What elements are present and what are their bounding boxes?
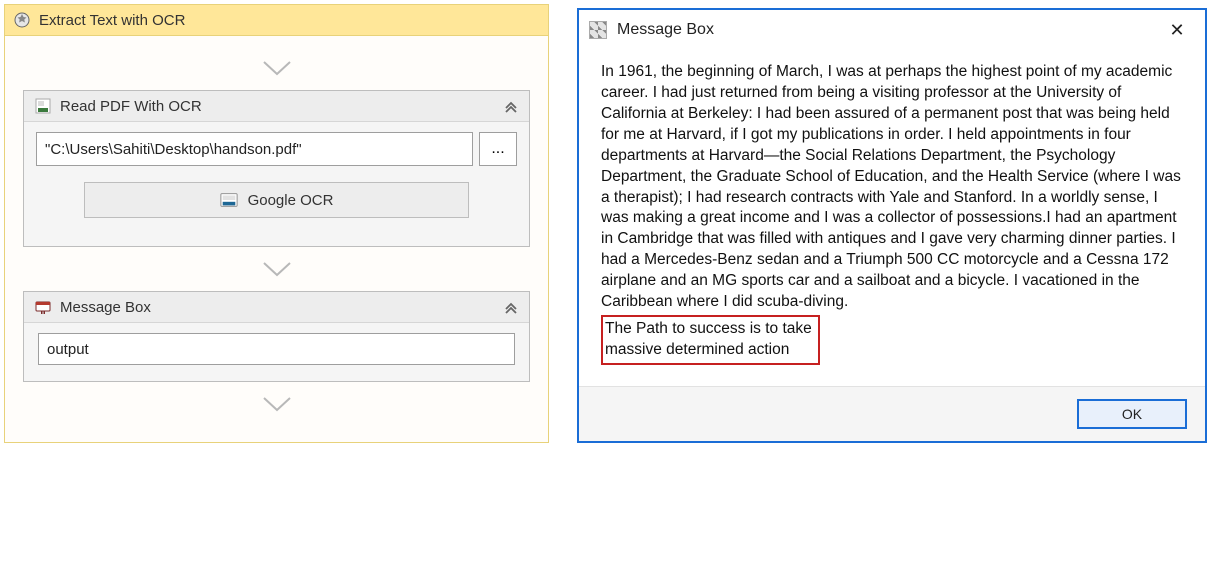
message-box-icon [34, 298, 52, 316]
pdf-icon [34, 97, 52, 115]
workflow-sequence: Extract Text with OCR Read PDF With OCR [4, 4, 549, 443]
message-expression-input[interactable] [38, 333, 515, 365]
close-button[interactable]: ✕ [1157, 10, 1197, 50]
sequence-body: Read PDF With OCR ... Google OCR [5, 36, 548, 442]
activity-read-pdf-ocr[interactable]: Read PDF With OCR ... Google OCR [23, 90, 530, 247]
dialog-titlebar[interactable]: Message Box ✕ [579, 10, 1205, 50]
browse-button[interactable]: ... [479, 132, 517, 166]
dialog-main-text: In 1961, the beginning of March, I was a… [601, 62, 1183, 313]
activity-title-read-pdf: Read PDF With OCR [60, 98, 202, 115]
collapse-toggle-icon[interactable] [503, 299, 519, 315]
sequence-title: Extract Text with OCR [39, 12, 185, 29]
dialog-body: In 1961, the beginning of March, I was a… [579, 50, 1205, 386]
close-icon: ✕ [1169, 20, 1184, 41]
sequence-header[interactable]: Extract Text with OCR [5, 5, 548, 36]
ok-button-label: OK [1122, 406, 1142, 422]
ocr-engine-label: Google OCR [248, 192, 334, 209]
activity-header-message-box[interactable]: Message Box [24, 292, 529, 323]
sequence-icon [13, 11, 31, 29]
collapse-toggle-icon[interactable] [503, 98, 519, 114]
file-path-input[interactable] [36, 132, 473, 166]
dialog-highlight-box: The Path to success is to take massive d… [601, 315, 820, 365]
activity-message-box[interactable]: Message Box [23, 291, 530, 382]
activity-header-read-pdf[interactable]: Read PDF With OCR [24, 91, 529, 122]
activity-title-message-box: Message Box [60, 299, 151, 316]
runtime-dialog: Message Box ✕ In 1961, the beginning of … [577, 8, 1207, 443]
ocr-engine-activity[interactable]: Google OCR [84, 182, 469, 218]
ok-button[interactable]: OK [1077, 399, 1187, 429]
dialog-title: Message Box [617, 21, 714, 39]
dialog-app-icon [589, 21, 607, 39]
dialog-footer: OK [579, 386, 1205, 441]
drop-indicator[interactable] [23, 46, 530, 90]
drop-indicator[interactable] [23, 382, 530, 426]
dialog-highlight-line2: massive determined action [605, 340, 812, 361]
ocr-engine-icon [220, 191, 238, 209]
dialog-highlight-line1: The Path to success is to take [605, 319, 812, 340]
drop-indicator[interactable] [23, 247, 530, 291]
